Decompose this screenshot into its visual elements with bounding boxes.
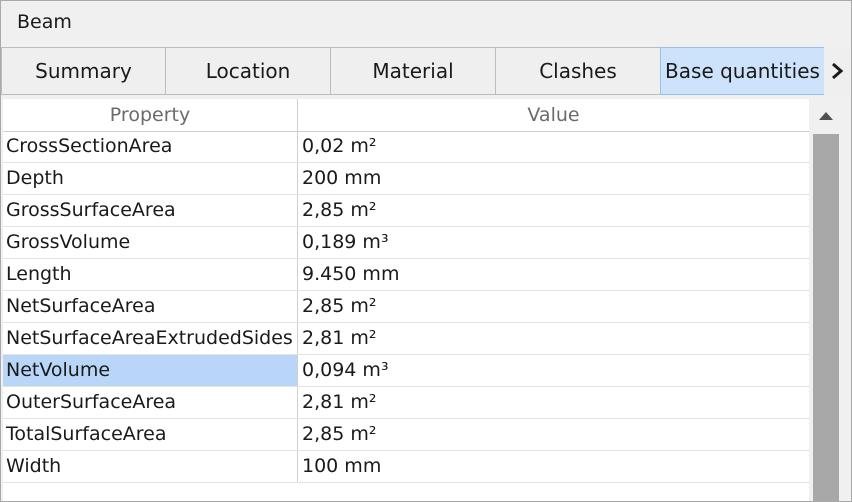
property-value-cell[interactable]: 2,81 m² xyxy=(298,323,809,354)
column-header-value[interactable]: Value xyxy=(298,99,809,131)
property-value-cell[interactable]: 2,81 m² xyxy=(298,387,809,418)
property-value-cell[interactable]: 9.450 mm xyxy=(298,259,809,290)
properties-window: Beam Summary Location Material Clashes B… xyxy=(0,0,852,502)
title-bar: Beam xyxy=(1,1,851,45)
window-title: Beam xyxy=(17,11,72,33)
table-row[interactable]: CrossSectionArea 0,02 m² xyxy=(3,131,809,163)
chevron-right-icon xyxy=(832,62,844,80)
property-value-cell[interactable]: 0,02 m² xyxy=(298,131,809,162)
vertical-scrollbar[interactable] xyxy=(811,99,841,501)
property-name-cell-selected[interactable]: NetVolume xyxy=(3,355,298,386)
grid-header: Property Value xyxy=(3,99,809,132)
table-row-selected[interactable]: NetVolume 0,094 m³ xyxy=(3,355,809,387)
property-value-cell[interactable]: 2,85 m² xyxy=(298,195,809,226)
property-value-cell[interactable]: 0,189 m³ xyxy=(298,227,809,258)
column-header-property[interactable]: Property xyxy=(3,99,298,131)
property-name-cell[interactable]: NetSurfaceArea xyxy=(3,291,298,322)
tab-scroll-right-button[interactable] xyxy=(824,47,850,95)
property-name-cell[interactable]: OuterSurfaceArea xyxy=(3,387,298,418)
tab-summary[interactable]: Summary xyxy=(1,47,166,95)
tab-material[interactable]: Material xyxy=(330,47,496,95)
tab-strip: Summary Location Material Clashes Base q… xyxy=(1,47,851,97)
table-row[interactable]: GrossVolume 0,189 m³ xyxy=(3,227,809,259)
tab-base-quantities[interactable]: Base quantities xyxy=(660,47,825,95)
property-name-cell[interactable]: NetSurfaceAreaExtrudedSides xyxy=(3,323,298,354)
scroll-up-button[interactable] xyxy=(811,99,841,132)
property-name-cell[interactable]: CrossSectionArea xyxy=(3,131,298,162)
tab-clashes[interactable]: Clashes xyxy=(495,47,661,95)
scrollbar-thumb[interactable] xyxy=(813,134,839,501)
property-value-cell[interactable]: 2,85 m² xyxy=(298,419,809,450)
property-name-cell[interactable]: Length xyxy=(3,259,298,290)
property-name-cell[interactable]: Depth xyxy=(3,163,298,194)
property-name-cell[interactable]: Width xyxy=(3,451,298,482)
property-value-cell[interactable]: 2,85 m² xyxy=(298,291,809,322)
triangle-up-icon xyxy=(819,111,833,120)
property-name-cell[interactable]: GrossVolume xyxy=(3,227,298,258)
property-name-cell[interactable]: GrossSurfaceArea xyxy=(3,195,298,226)
table-row[interactable]: Length 9.450 mm xyxy=(3,259,809,291)
properties-grid: Property Value CrossSectionArea 0,02 m² … xyxy=(3,99,809,501)
table-row[interactable]: Depth 200 mm xyxy=(3,163,809,195)
window-edge xyxy=(841,99,851,501)
property-name-cell[interactable]: TotalSurfaceArea xyxy=(3,419,298,450)
table-row[interactable]: GrossSurfaceArea 2,85 m² xyxy=(3,195,809,227)
table-row[interactable]: OuterSurfaceArea 2,81 m² xyxy=(3,387,809,419)
property-value-cell[interactable]: 0,094 m³ xyxy=(298,355,809,386)
table-row[interactable]: NetSurfaceAreaExtrudedSides 2,81 m² xyxy=(3,323,809,355)
table-row[interactable]: NetSurfaceArea 2,85 m² xyxy=(3,291,809,323)
property-value-cell[interactable]: 200 mm xyxy=(298,163,809,194)
table-row[interactable]: Width 100 mm xyxy=(3,451,809,483)
table-row[interactable]: TotalSurfaceArea 2,85 m² xyxy=(3,419,809,451)
tab-location[interactable]: Location xyxy=(165,47,331,95)
property-value-cell[interactable]: 100 mm xyxy=(298,451,809,482)
